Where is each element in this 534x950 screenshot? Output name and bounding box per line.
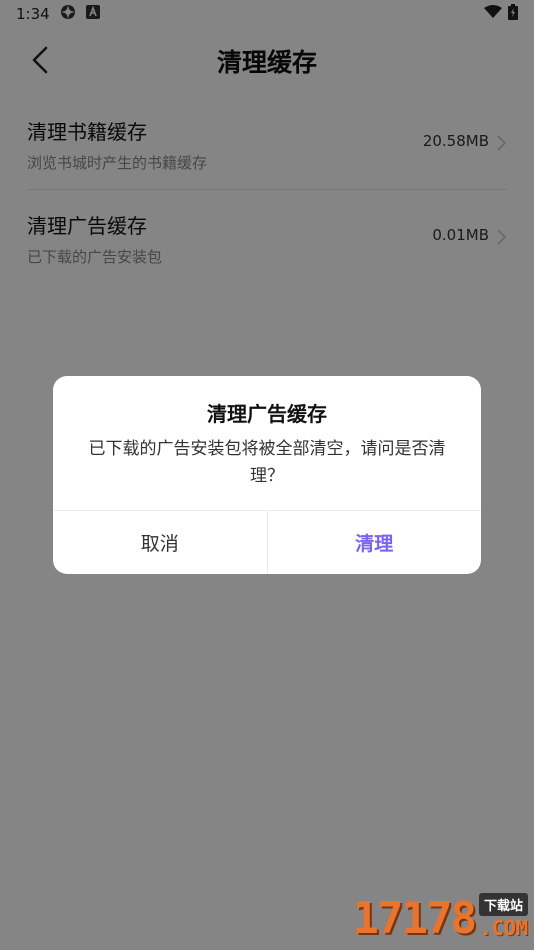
dialog-actions: 取消 清理 — [53, 510, 481, 574]
dialog-title: 清理广告缓存 — [207, 402, 327, 426]
watermark-badge: 下载站 — [478, 893, 528, 916]
site-watermark: 17178 下载站 .COM — [353, 893, 528, 944]
confirm-clear-button[interactable]: 清理 — [268, 511, 482, 574]
dialog-message: 已下载的广告安装包将被全部清空，请问是否清理？ — [88, 439, 446, 486]
watermark-side: 下载站 .COM — [478, 893, 528, 940]
confirm-dialog: 清理广告缓存 已下载的广告安装包将被全部清空，请问是否清理？ 取消 清理 — [53, 376, 481, 574]
watermark-digits: 17178 — [352, 893, 477, 944]
cancel-button[interactable]: 取消 — [53, 511, 268, 574]
watermark-suffix: .COM — [479, 916, 528, 940]
